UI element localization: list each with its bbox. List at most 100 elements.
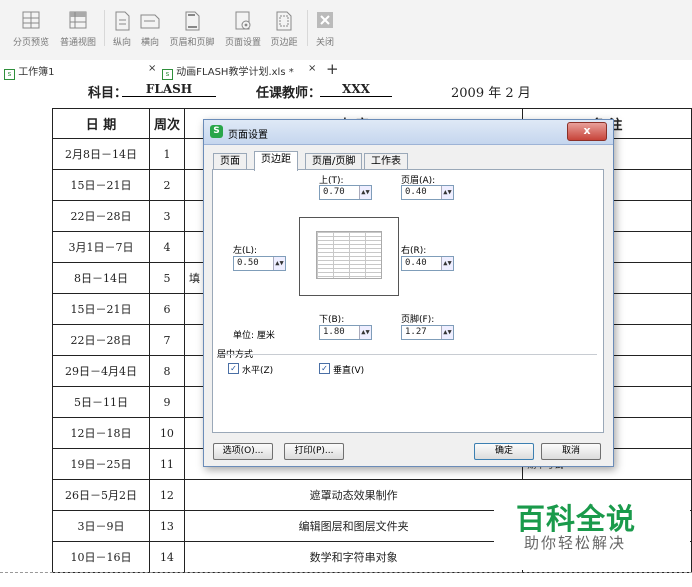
row-week[interactable]: 11: [148, 448, 185, 480]
page-settings-icon: [235, 11, 251, 30]
spreadsheet-icon: s: [4, 69, 15, 80]
row-date[interactable]: 22日－28日: [52, 324, 150, 356]
landscape-button[interactable]: 横向: [136, 10, 164, 48]
toolbar-label: 分页预览: [12, 38, 49, 48]
bottom-margin-input[interactable]: 1.80 ▲▼: [319, 325, 372, 340]
page-break-preview-button[interactable]: 分页预览: [8, 10, 54, 48]
tab-header-footer[interactable]: 页眉/页脚: [305, 153, 363, 170]
unit-label: 单位: 厘米: [233, 331, 275, 341]
top-margin-input[interactable]: 0.70 ▲▼: [319, 185, 372, 200]
row-date[interactable]: 15日－21日: [52, 293, 150, 325]
vertical-center-label: 垂直(V): [333, 366, 365, 376]
tab-sheet[interactable]: 工作表: [364, 153, 408, 170]
row-week[interactable]: 7: [148, 324, 185, 356]
sheet-heading: 科目： FLASH 任课教师： XXX 2009 年 2 月: [0, 82, 692, 106]
normal-view-button[interactable]: 普通视图: [56, 10, 100, 48]
spin-value: 1.27: [405, 327, 427, 337]
left-margin-label: 左(L):: [233, 246, 258, 256]
tab-active-file[interactable]: s 动画FLASH教学计划.xls *: [162, 63, 294, 80]
toolbar-label: 普通视图: [59, 38, 96, 48]
page-break-line: [0, 572, 692, 573]
vertical-center-checkbox[interactable]: ✓: [319, 363, 330, 374]
teacher-label: 任课教师：: [256, 86, 322, 101]
close-icon: x: [583, 124, 591, 137]
header-footer-button[interactable]: 页眉和页脚: [166, 10, 218, 48]
spinner-arrows-icon[interactable]: ▲▼: [359, 186, 371, 199]
header-margin-input[interactable]: 0.40 ▲▼: [401, 185, 454, 200]
margins-panel: 上(T): 0.70 ▲▼ 页眉(A): 0.40 ▲▼ 左(L): 0.50 ▲▼ …: [212, 169, 604, 433]
spinner-arrows-icon[interactable]: ▲▼: [441, 257, 453, 270]
toolbar-label: 页眉和页脚: [169, 38, 215, 48]
group-divider: [217, 354, 597, 355]
tab-close-button[interactable]: ×: [148, 63, 156, 74]
page-preview: [299, 217, 399, 296]
spreadsheet-icon: s: [162, 69, 173, 80]
subject-value: FLASH: [122, 82, 216, 97]
ok-button[interactable]: 确定: [474, 443, 534, 460]
dialog-close-button[interactable]: x: [567, 122, 607, 141]
spinner-arrows-icon[interactable]: ▲▼: [441, 326, 453, 339]
row-week[interactable]: 12: [148, 479, 185, 511]
header-date: 日 期: [52, 108, 150, 139]
row-content[interactable]: 编辑图层和图层文件夹: [183, 510, 524, 542]
close-icon: ×: [308, 63, 317, 74]
options-button[interactable]: 选项(O)...: [213, 443, 273, 460]
close-preview-button[interactable]: 关闭: [310, 10, 340, 48]
margins-button[interactable]: 页边距: [266, 10, 302, 48]
row-week[interactable]: 13: [148, 510, 185, 542]
row-date[interactable]: 26日－5月2日: [52, 479, 150, 511]
left-margin-input[interactable]: 0.50 ▲▼: [233, 256, 286, 271]
row-week[interactable]: 9: [148, 386, 185, 418]
spin-value: 0.70: [323, 187, 345, 197]
row-content[interactable]: 数学和字符串对象: [183, 541, 524, 573]
cancel-button[interactable]: 取消: [541, 443, 601, 460]
row-week[interactable]: 14: [148, 541, 185, 573]
dialog-title: 页面设置: [228, 130, 268, 141]
footer-margin-input[interactable]: 1.27 ▲▼: [401, 325, 454, 340]
row-week[interactable]: 3: [148, 200, 185, 232]
right-margin-input[interactable]: 0.40 ▲▼: [401, 256, 454, 271]
spinner-arrows-icon[interactable]: ▲▼: [441, 186, 453, 199]
row-date[interactable]: 29日－4月4日: [52, 355, 150, 387]
row-date[interactable]: 2月8日－14日: [52, 138, 150, 170]
row-date[interactable]: 3日－9日: [52, 510, 150, 542]
row-week[interactable]: 10: [148, 417, 185, 449]
horizontal-center-checkbox[interactable]: ✓: [228, 363, 239, 374]
row-week[interactable]: 5: [148, 262, 185, 294]
portrait-button[interactable]: 纵向: [108, 10, 136, 48]
new-tab-button[interactable]: +: [326, 60, 339, 78]
header-footer-icon: [185, 11, 200, 31]
plus-icon: +: [326, 60, 339, 78]
spinner-arrows-icon[interactable]: ▲▼: [359, 326, 371, 339]
row-date[interactable]: 12日－18日: [52, 417, 150, 449]
row-week[interactable]: 1: [148, 138, 185, 170]
row-date[interactable]: 3月1日－7日: [52, 231, 150, 263]
row-week[interactable]: 8: [148, 355, 185, 387]
row-date[interactable]: 10日－16日: [52, 541, 150, 573]
row-date[interactable]: 5日－11日: [52, 386, 150, 418]
tab-margins[interactable]: 页边距: [254, 151, 298, 171]
page-setup-button[interactable]: 页面设置: [221, 10, 265, 48]
row-date[interactable]: 19日－25日: [52, 448, 150, 480]
teacher-value: XXX: [320, 82, 392, 97]
toolbar-label: 纵向: [112, 38, 131, 48]
print-button[interactable]: 打印(P)...: [284, 443, 344, 460]
row-week[interactable]: 6: [148, 293, 185, 325]
bottom-margin-label: 下(B):: [319, 315, 345, 325]
tab-workbook1[interactable]: s 工作簿1: [4, 63, 55, 80]
preview-grid: [316, 231, 382, 279]
row-date[interactable]: 22日－28日: [52, 200, 150, 232]
row-date[interactable]: 8日－14日: [52, 262, 150, 294]
dialog-titlebar[interactable]: S 页面设置 x: [204, 120, 613, 145]
tab-page[interactable]: 页面: [213, 153, 247, 170]
tab-close-button[interactable]: ×: [308, 63, 316, 74]
row-date[interactable]: 15日－21日: [52, 169, 150, 201]
spin-value: 0.40: [405, 187, 427, 197]
toolbar-label: 页面设置: [224, 38, 261, 48]
tab-label: 工作簿1: [18, 67, 55, 78]
spin-value: 1.80: [323, 327, 345, 337]
spinner-arrows-icon[interactable]: ▲▼: [273, 257, 285, 270]
row-week[interactable]: 4: [148, 231, 185, 263]
row-week[interactable]: 2: [148, 169, 185, 201]
row-content[interactable]: 遮罩动态效果制作: [183, 479, 524, 511]
